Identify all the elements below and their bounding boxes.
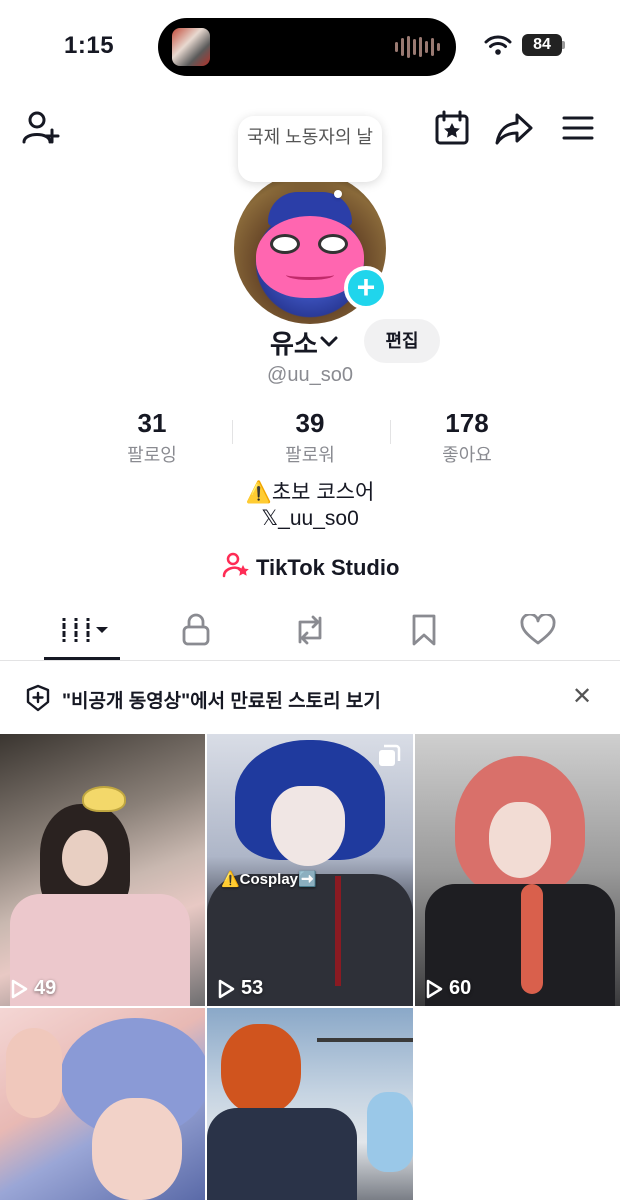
video-thumbnail-ribbon [335,876,341,986]
tab-bar-divider [0,660,620,661]
avatar-left-eye [270,234,300,254]
followers-stat[interactable]: 39 팔로워 [250,408,370,467]
stat-divider [390,420,391,444]
private-tab[interactable] [166,610,226,650]
play-count: 60 [425,977,471,1000]
following-label: 팔로잉 [127,445,177,465]
videos-tab[interactable] [52,610,116,650]
play-count: 49 [10,977,56,1000]
stat-divider [232,420,233,444]
followers-count: 39 [295,408,325,438]
video-tile[interactable]: 49 [0,734,205,1006]
note-bubble[interactable]: 국제 노동자의 날 [238,116,382,182]
close-icon[interactable]: ✕ [570,685,594,710]
battery-cap [562,41,565,49]
bookmark-icon [412,614,436,646]
video-thumbnail-body [207,1108,357,1200]
bio-line-2: 𝕏_uu_so0 [261,507,359,530]
multi-photo-icon [377,744,401,773]
likes-stat[interactable]: 178 좋아요 [407,408,527,467]
grid-dropdown-icon [60,618,108,642]
avatar-mouth [286,270,334,280]
video-thumbnail-face [271,786,345,866]
likes-count: 178 [445,408,489,438]
play-icon [218,979,235,998]
studio-label: TikTok Studio [256,555,400,580]
video-tile[interactable] [207,1008,413,1200]
expired-stories-banner[interactable]: "비공개 동영상"에서 만료된 스토리 보기 [62,686,381,713]
heart-icon [520,614,556,645]
note-bubble-tail [334,190,342,198]
lock-icon [182,613,210,646]
video-thumbnail-railing [317,1038,413,1042]
play-icon [11,979,28,998]
display-name[interactable]: 유소 [270,324,318,361]
video-thumbnail-hand [6,1028,62,1118]
tile-caption: ⚠️Cosplay➡️ [221,871,317,888]
bio-line-1: ⚠️초보 코스어 [245,481,375,504]
battery-indicator: 84 [522,34,562,56]
story-archive-icon [24,684,52,717]
audio-waveform-icon [395,36,440,58]
video-tile[interactable]: ⚠️Cosplay➡️ 53 [207,734,413,1006]
video-thumbnail-face [92,1098,182,1200]
video-thumbnail-cushion [367,1092,413,1172]
liked-tab[interactable] [508,610,568,650]
video-tile[interactable] [0,1008,205,1200]
chevron-down-icon[interactable] [318,330,340,357]
play-count-value: 53 [241,977,264,999]
video-tile[interactable]: 60 [415,734,620,1006]
username-handle: @uu_so0 [267,364,353,386]
status-time: 1:15 [64,32,115,59]
now-playing-thumbnail [172,28,210,66]
following-stat[interactable]: 31 팔로잉 [92,408,212,467]
saved-tab[interactable] [394,610,454,650]
video-thumbnail-braid [521,884,543,994]
likes-label: 좋아요 [442,445,492,465]
play-count-value: 49 [34,977,57,999]
add-story-button[interactable]: + [344,266,388,310]
play-icon [426,979,443,998]
share-icon[interactable] [494,108,534,148]
tiktok-studio-link[interactable]: TikTok Studio [222,552,399,584]
followers-label: 팔로워 [285,445,335,465]
video-thumbnail-hair [221,1024,301,1114]
play-count-value: 60 [449,977,472,999]
calendar-star-icon[interactable] [432,108,472,148]
edit-profile-button[interactable]: 편집 [364,319,440,363]
dynamic-island[interactable] [158,18,456,76]
avatar-right-eye [318,234,348,254]
menu-icon[interactable] [558,108,598,148]
play-count: 53 [217,977,263,1000]
mouse-ears-sticker [82,786,126,812]
video-thumbnail-face [62,830,108,886]
video-thumbnail-face [489,802,551,878]
add-friend-icon[interactable] [20,108,60,148]
repost-icon [298,615,322,645]
reposts-tab[interactable] [280,610,340,650]
following-count: 31 [137,408,167,438]
wifi-icon [484,34,512,61]
studio-person-star-icon [222,552,250,584]
